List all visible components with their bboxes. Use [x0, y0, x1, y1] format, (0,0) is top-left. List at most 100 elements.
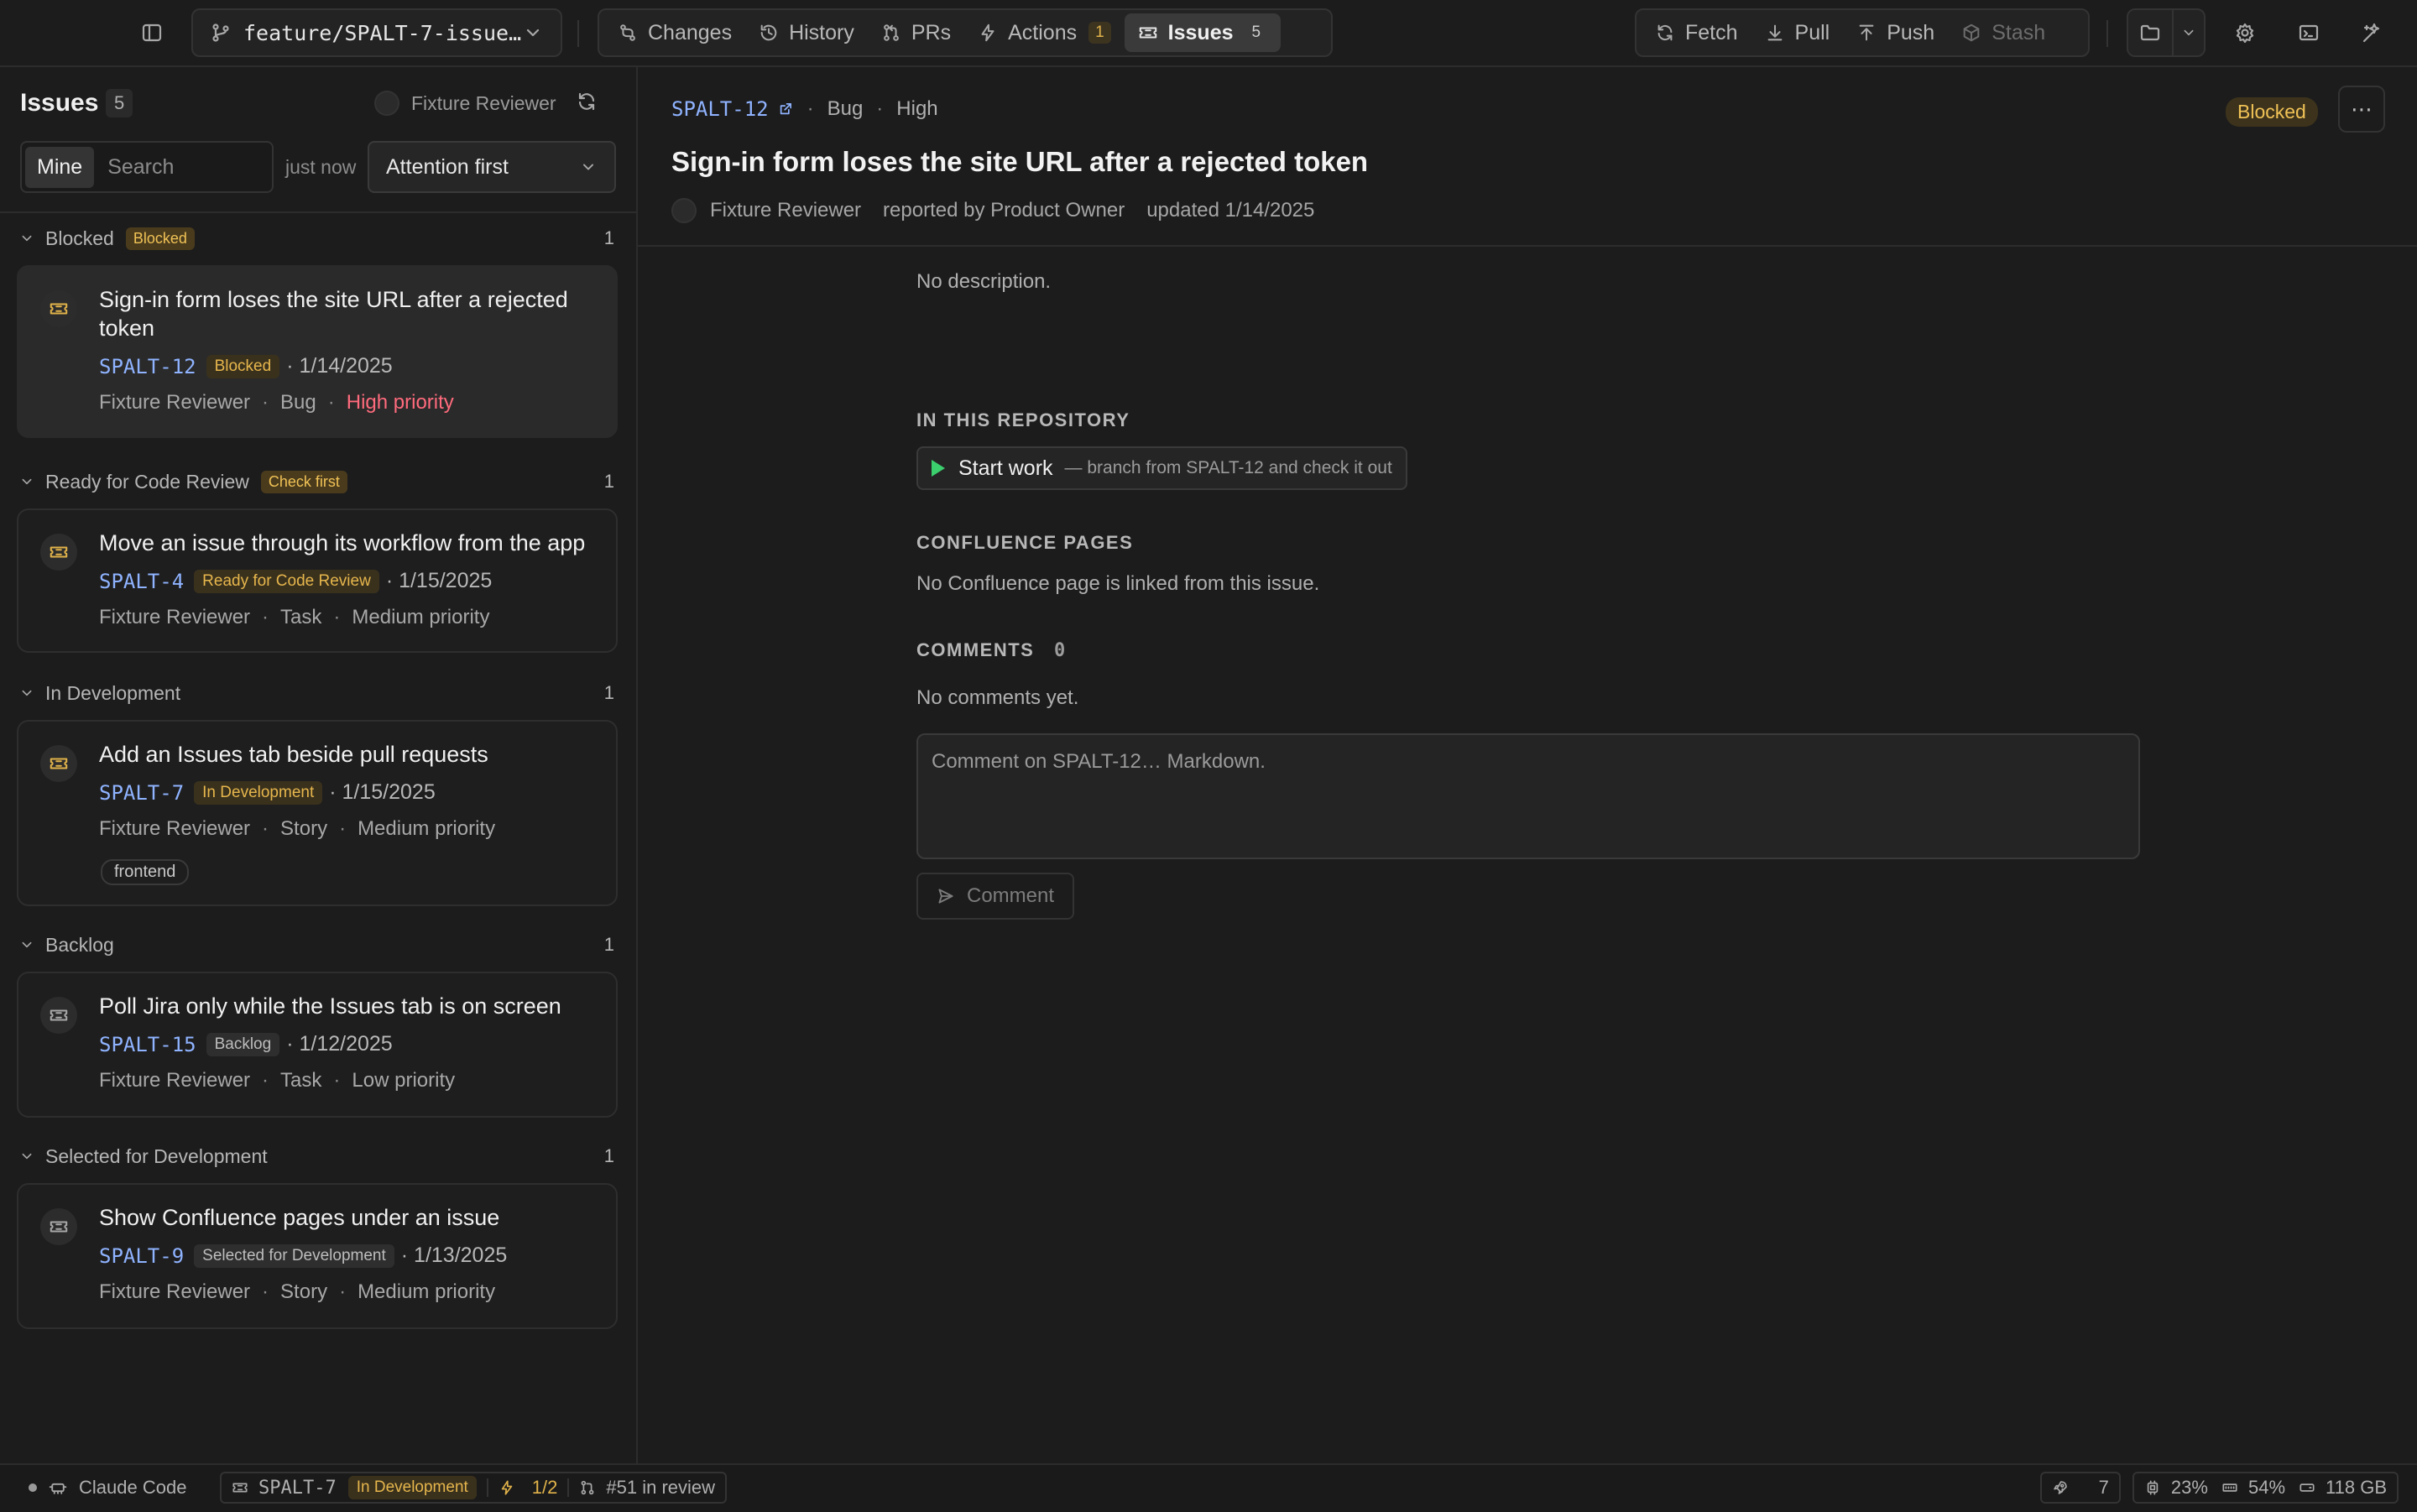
issue-assignee: Fixture Reviewer [99, 606, 251, 628]
stash-button[interactable]: Stash [1948, 13, 2059, 52]
disk-icon [2299, 1479, 2326, 1496]
status-badge[interactable]: Blocked [2226, 97, 2318, 127]
tab-changes[interactable]: Changes [604, 13, 745, 52]
issue-type: Bug [280, 391, 316, 414]
group-name: Selected for Development [45, 1144, 268, 1167]
issues-title: Issues [20, 89, 99, 117]
chevron-down-icon [2180, 24, 2197, 41]
issue-priority: Medium priority [358, 817, 496, 840]
label-tag[interactable]: frontend [101, 859, 190, 885]
issue-card[interactable]: Sign-in form loses the site URL after a … [17, 265, 618, 438]
issue-key: SPALT-9 [99, 1243, 185, 1268]
comment-button[interactable]: Comment [916, 873, 1075, 920]
sparkle-icon[interactable] [2360, 22, 2382, 44]
issue-card[interactable]: Move an issue through its workflow from … [17, 508, 618, 653]
agent-status[interactable]: Claude Code [29, 1477, 186, 1499]
tab-issues[interactable]: Issues 5 [1124, 13, 1282, 52]
group-header-in-development[interactable]: In Development 1 [0, 676, 636, 710]
resource-usage[interactable]: 23% 54% 118 GB [2132, 1472, 2399, 1504]
sidebar-toggle-icon[interactable] [141, 22, 163, 44]
agent-name: Claude Code [79, 1477, 187, 1498]
diff-icon [618, 23, 648, 43]
group-header-backlog[interactable]: Backlog 1 [0, 928, 636, 962]
ticket-icon [40, 997, 77, 1034]
mine-filter-button[interactable]: Mine [25, 146, 95, 188]
start-work-button[interactable]: Start work — branch from SPALT-12 and ch… [916, 446, 1407, 490]
issue-title: Poll Jira only while the Issues tab is o… [99, 993, 561, 1019]
tab-label: Changes [648, 20, 733, 44]
external-link-icon[interactable] [777, 101, 794, 117]
issue-meta: SPALT-9 Selected for Development · 1/13/… [99, 1243, 507, 1268]
issue-date: · 1/13/2025 [400, 1243, 508, 1267]
issue-priority: Medium priority [352, 606, 490, 628]
issue-details: Fixture Reviewer · Bug · High priority [99, 391, 454, 414]
separator-dot: · [327, 391, 335, 414]
issue-details: Fixture Reviewer · Story · Medium priori… [99, 817, 495, 841]
issue-key: SPALT-4 [99, 569, 185, 593]
notifications-indicator[interactable]: 7 [2039, 1472, 2121, 1504]
status-badge: Ready for Code Review [194, 569, 379, 593]
issue-detail-header: SPALT-12 · Bug · High Blocked ⋯ Sign-in … [638, 67, 2417, 247]
divider [567, 1478, 570, 1497]
issue-card[interactable]: Add an Issues tab beside pull requests S… [17, 720, 618, 906]
push-button[interactable]: Push [1843, 13, 1948, 52]
system-stats: 7 23% 54% 118 GB [2028, 1472, 2399, 1504]
status-badge: Selected for Development [194, 1243, 394, 1268]
disk-value: 118 GB [2326, 1477, 2387, 1498]
avatar [374, 91, 399, 116]
issue-card[interactable]: Poll Jira only while the Issues tab is o… [17, 972, 618, 1118]
cpu-value: 23% [2170, 1477, 2208, 1498]
chevron-down-icon [522, 22, 544, 44]
fetch-button[interactable]: Fetch [1642, 13, 1751, 52]
issue-key: SPALT-7 [258, 1477, 337, 1499]
tab-history[interactable]: History [745, 13, 868, 52]
robot-icon [49, 1478, 67, 1497]
group-header-selected-for-development[interactable]: Selected for Development 1 [0, 1139, 636, 1173]
sort-select[interactable]: Attention first [368, 141, 616, 193]
comment-input[interactable] [916, 733, 2140, 859]
stash-label: Stash [1992, 20, 2046, 44]
tab-label: Issues [1167, 20, 1234, 44]
chevron-down-icon [18, 473, 35, 490]
box-icon [1961, 23, 1992, 43]
terminal-icon[interactable] [2298, 22, 2320, 44]
checks-progress: 1/2 [531, 1477, 558, 1498]
top-toolbar: feature/SPALT-7-issue… Changes History P… [0, 0, 2417, 67]
gear-icon[interactable] [2234, 22, 2256, 44]
branch-selector[interactable]: feature/SPALT-7-issue… [191, 8, 562, 57]
start-work-label: Start work [958, 456, 1053, 480]
group-header-blocked[interactable]: Blocked Blocked 1 [0, 222, 636, 255]
page-title: Sign-in form loses the site URL after a … [671, 146, 1369, 177]
open-folder-button[interactable] [2128, 10, 2174, 55]
comment-button-label: Comment [967, 884, 1055, 907]
pull-label: Pull [1794, 20, 1830, 44]
play-icon [932, 460, 945, 477]
bolt-icon [499, 1479, 525, 1496]
current-issue-status[interactable]: SPALT-7 In Development 1/2 #51 in review [220, 1472, 728, 1504]
issue-priority: High priority [346, 391, 454, 414]
more-options-button[interactable]: ⋯ [2338, 86, 2385, 133]
issues-header: Issues 5 Fixture Reviewer Mine just now … [0, 67, 636, 213]
issue-card[interactable]: Show Confluence pages under an issue SPA… [17, 1183, 618, 1329]
chevron-down-icon [18, 1148, 35, 1165]
tab-prs[interactable]: PRs [868, 13, 964, 52]
issue-type: Bug [827, 97, 864, 120]
status-bar: Claude Code SPALT-7 In Development 1/2 #… [0, 1463, 2417, 1512]
issue-date: · 1/15/2025 [385, 569, 493, 592]
separator-dot: · [339, 817, 347, 840]
pull-request-icon [881, 23, 911, 43]
ticket-icon [40, 290, 77, 327]
tab-actions[interactable]: Actions 1 [964, 13, 1125, 52]
status-dot [29, 1483, 37, 1492]
issue-key-link[interactable]: SPALT-12 [671, 97, 769, 121]
pull-button[interactable]: Pull [1751, 13, 1844, 52]
refresh-icon[interactable] [576, 91, 598, 112]
chevron-down-icon [18, 936, 35, 953]
group-header-ready-for-code-review[interactable]: Ready for Code Review Check first 1 [0, 465, 636, 498]
tab-label: PRs [911, 20, 952, 44]
issue-priority: Medium priority [358, 1280, 496, 1303]
reviewer-selector[interactable]: Fixture Reviewer [374, 91, 556, 116]
open-folder-menu-button[interactable] [2174, 24, 2204, 41]
comments-heading: COMMENTS 0 [916, 639, 1067, 661]
description-text: No description. [916, 270, 1052, 293]
